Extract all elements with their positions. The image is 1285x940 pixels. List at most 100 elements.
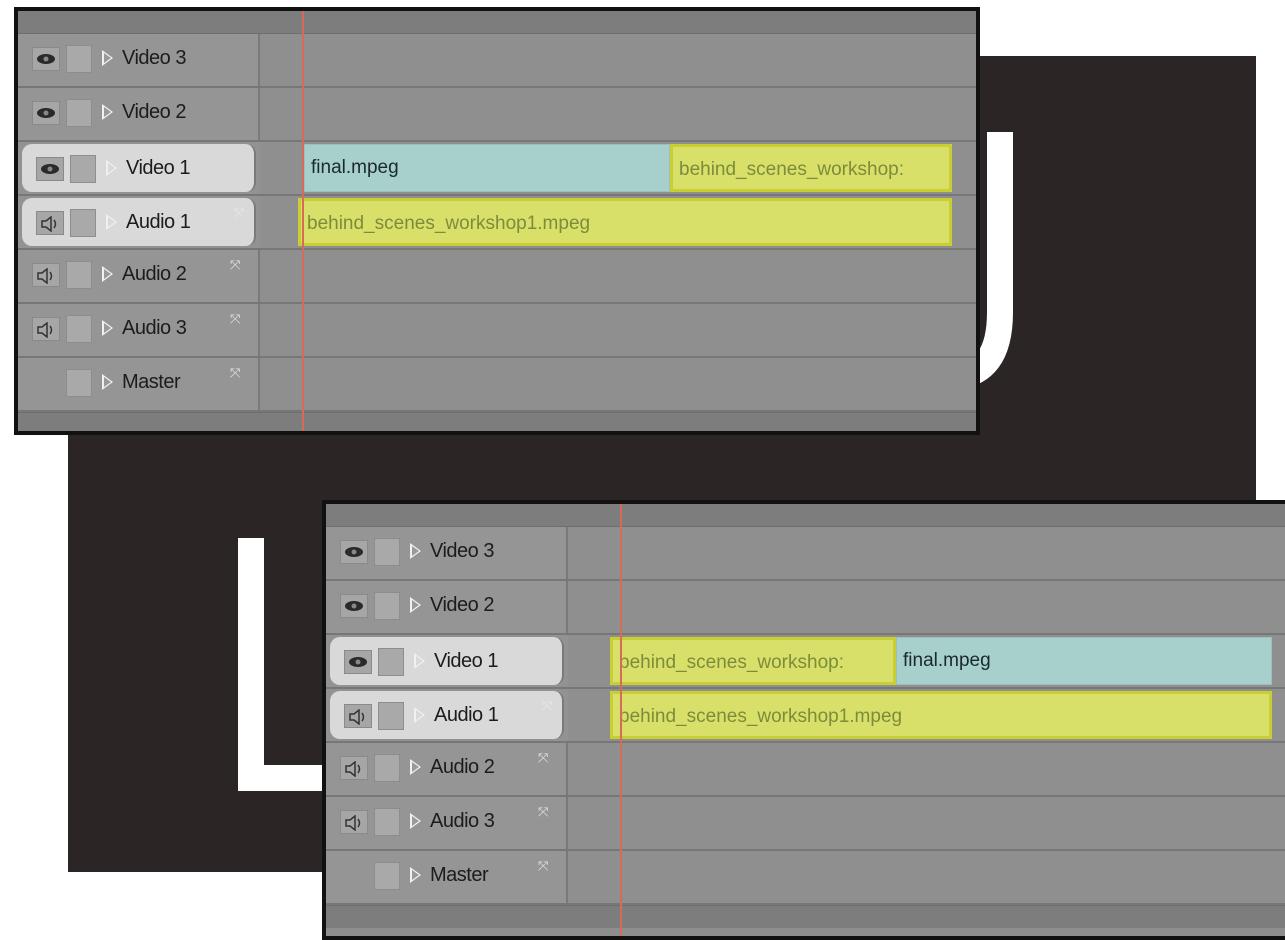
lock-toggle[interactable] [374, 592, 400, 620]
track-area[interactable] [260, 358, 976, 410]
track-audio-3: Audio 3 ⤧ [18, 304, 976, 358]
expand-triangle-icon[interactable] [410, 813, 421, 829]
track-name: Audio 2 [122, 263, 187, 285]
sync-arrows-icon[interactable]: ⤧ [230, 366, 240, 381]
track-video-1: Video 1 final.mpeg behind_scenes_worksho… [18, 142, 976, 196]
expand-triangle-icon[interactable] [102, 374, 113, 390]
video-clip-behind-scenes[interactable]: behind_scenes_workshop: [610, 637, 896, 685]
sync-arrows-icon[interactable]: ⤧ [538, 751, 548, 766]
speaker-icon[interactable] [36, 211, 64, 235]
expand-triangle-icon[interactable] [102, 266, 113, 282]
sync-arrows-icon[interactable]: ⤧ [230, 258, 240, 273]
sync-arrows-icon[interactable]: ⤧ [538, 805, 548, 820]
lock-toggle[interactable] [70, 155, 96, 183]
track-video-3: Video 3 [18, 34, 976, 88]
lock-toggle[interactable] [66, 45, 92, 73]
track-name: Audio 3 [430, 810, 495, 832]
track-area[interactable] [260, 34, 976, 86]
track-header[interactable]: Master ⤧ [18, 358, 260, 410]
track-header[interactable]: Video 1 [330, 637, 564, 685]
track-area[interactable] [568, 743, 1285, 795]
track-video-1: Video 1 behind_scenes_workshop: final.mp… [326, 635, 1285, 689]
lock-toggle[interactable] [66, 315, 92, 343]
lock-toggle[interactable] [374, 808, 400, 836]
lock-toggle[interactable] [66, 99, 92, 127]
track-header[interactable]: Video 2 [18, 88, 260, 140]
track-area[interactable] [568, 851, 1285, 903]
expand-triangle-icon[interactable] [410, 759, 421, 775]
track-header[interactable]: Audio 2 ⤧ [326, 743, 568, 795]
lock-toggle[interactable] [70, 209, 96, 237]
audio-clip-behind-scenes[interactable]: behind_scenes_workshop1.mpeg [610, 691, 1272, 739]
track-area[interactable] [260, 304, 976, 356]
lock-toggle[interactable] [374, 754, 400, 782]
track-name: Video 2 [122, 101, 186, 123]
track-audio-3: Audio 3 ⤧ [326, 797, 1285, 851]
eye-icon[interactable] [32, 101, 60, 125]
eye-icon[interactable] [32, 47, 60, 71]
track-name: Video 1 [126, 157, 190, 179]
lock-toggle[interactable] [374, 538, 400, 566]
track-area[interactable]: final.mpeg behind_scenes_workshop: [260, 142, 976, 194]
speaker-icon[interactable] [340, 756, 368, 780]
expand-triangle-icon[interactable] [410, 867, 421, 883]
track-name: Audio 1 [434, 704, 499, 726]
eye-icon[interactable] [340, 540, 368, 564]
timeline-topbar [18, 11, 976, 34]
expand-triangle-icon[interactable] [106, 214, 117, 230]
track-header[interactable]: Video 1 [22, 144, 256, 192]
eye-icon[interactable] [340, 594, 368, 618]
lock-toggle[interactable] [378, 702, 404, 730]
speaker-icon[interactable] [344, 704, 372, 728]
eye-icon[interactable] [344, 650, 372, 674]
track-name: Video 1 [434, 650, 498, 672]
sync-arrows-icon[interactable]: ⤧ [230, 312, 240, 327]
timeline-panel-top: Video 3 Video 2 Video 1 final.mpeg behin… [14, 7, 980, 435]
track-area[interactable] [568, 797, 1285, 849]
expand-triangle-icon[interactable] [102, 104, 113, 120]
track-area[interactable]: behind_scenes_workshop: final.mpeg [568, 635, 1285, 687]
video-clip-final[interactable]: final.mpeg [896, 637, 1272, 685]
track-area[interactable]: behind_scenes_workshop1.mpeg [260, 196, 976, 248]
track-header[interactable]: Video 3 [326, 527, 568, 579]
expand-triangle-icon[interactable] [410, 597, 421, 613]
track-area[interactable] [260, 250, 976, 302]
playhead[interactable] [302, 11, 304, 431]
track-area[interactable] [568, 527, 1285, 579]
speaker-icon[interactable] [340, 810, 368, 834]
speaker-icon[interactable] [32, 263, 60, 287]
track-area[interactable]: behind_scenes_workshop1.mpeg [568, 689, 1285, 741]
track-area[interactable] [260, 88, 976, 140]
track-header[interactable]: Video 3 [18, 34, 260, 86]
track-header[interactable]: Audio 3 ⤧ [326, 797, 568, 849]
expand-triangle-icon[interactable] [410, 543, 421, 559]
expand-triangle-icon[interactable] [106, 160, 117, 176]
lock-toggle[interactable] [66, 261, 92, 289]
track-area[interactable] [568, 581, 1285, 633]
track-header[interactable]: Audio 3 ⤧ [18, 304, 260, 356]
track-header[interactable]: Audio 1 ⤧ [22, 198, 256, 246]
sync-arrows-icon[interactable]: ⤧ [542, 699, 552, 714]
expand-triangle-icon[interactable] [414, 707, 425, 723]
lock-toggle[interactable] [66, 369, 92, 397]
sync-arrows-icon[interactable]: ⤧ [538, 859, 548, 874]
track-header[interactable]: Master ⤧ [326, 851, 568, 903]
sync-arrows-icon[interactable]: ⤧ [234, 206, 244, 221]
audio-clip-behind-scenes[interactable]: behind_scenes_workshop1.mpeg [298, 198, 952, 246]
lock-toggle[interactable] [378, 648, 404, 676]
expand-triangle-icon[interactable] [102, 50, 113, 66]
expand-triangle-icon[interactable] [414, 653, 425, 669]
lock-toggle[interactable] [374, 862, 400, 890]
track-video-3: Video 3 [326, 527, 1285, 581]
track-header[interactable]: Audio 2 ⤧ [18, 250, 260, 302]
video-clip-behind-scenes[interactable]: behind_scenes_workshop: [670, 144, 952, 192]
timeline-bottombar [326, 905, 1285, 928]
expand-triangle-icon[interactable] [102, 320, 113, 336]
eye-icon[interactable] [36, 157, 64, 181]
playhead[interactable] [620, 504, 622, 936]
track-header[interactable]: Video 2 [326, 581, 568, 633]
video-clip-final[interactable]: final.mpeg [304, 144, 670, 192]
speaker-icon[interactable] [32, 317, 60, 341]
track-audio-1: Audio 1 ⤧ behind_scenes_workshop1.mpeg [326, 689, 1285, 743]
track-header[interactable]: Audio 1 ⤧ [330, 691, 564, 739]
